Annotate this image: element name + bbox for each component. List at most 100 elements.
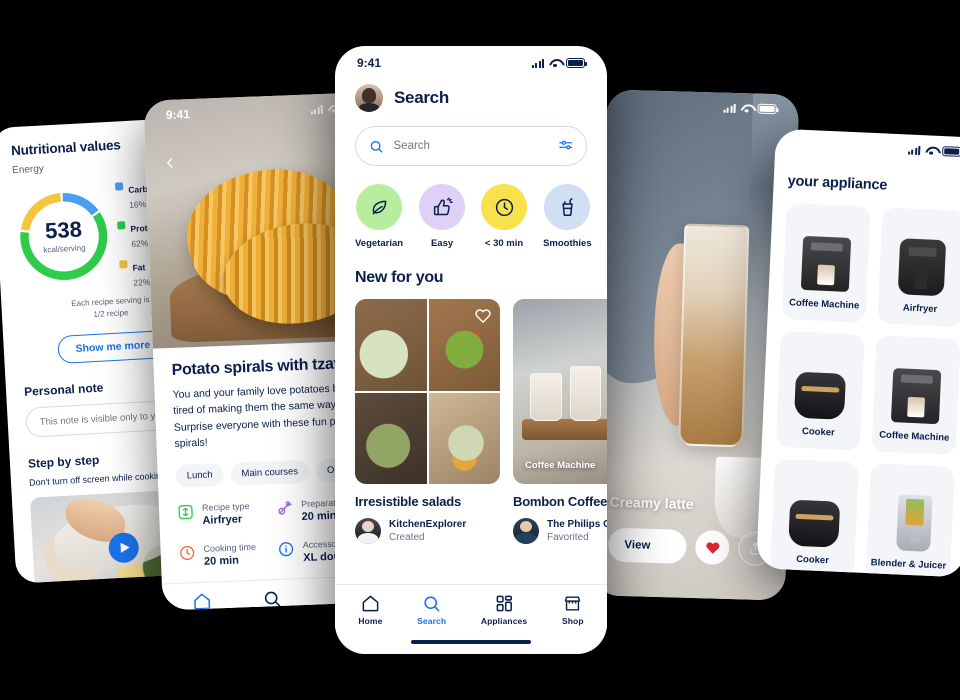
- tab-search[interactable]: Search: [258, 589, 288, 611]
- category-30-min[interactable]: < 30 min: [481, 184, 528, 249]
- info-icon: [278, 540, 296, 563]
- serving-note-line2: 1/2 recipe: [93, 307, 129, 319]
- fact-label: Cooking time: [203, 541, 257, 554]
- heart-filled-icon: [705, 541, 719, 554]
- appliance-grid: Coffee Machine Airfryer Cooker Coffee Machi…: [756, 188, 960, 578]
- recipe-card-salads[interactable]: Irresistible salads KitchenExplorer Crea…: [355, 299, 500, 544]
- recipe-fact: Cooking time 20 min: [178, 541, 268, 568]
- clock-icon: [481, 184, 528, 230]
- cooker-icon: [793, 371, 847, 420]
- category-filter-list: Vegetarian Easy < 30 min Smoothies: [335, 166, 607, 249]
- search-icon: [262, 589, 282, 609]
- search-homebar-area: [335, 630, 607, 654]
- coffee-tray: [521, 419, 607, 440]
- fact-value: 20 min: [203, 554, 240, 568]
- recipe-card-coffee[interactable]: Coffee Machine Bombon Coffee The Philips…: [513, 299, 607, 544]
- category-easy[interactable]: Easy: [419, 184, 466, 249]
- macro-donut-chart: 538 kcal/serving: [13, 186, 114, 287]
- search-statusbar: 9:41: [335, 46, 607, 74]
- search-box[interactable]: [355, 126, 587, 166]
- appliance-name: Coffee Machine: [788, 297, 860, 312]
- latte-glass: [677, 223, 750, 448]
- category-label: Smoothies: [543, 238, 592, 249]
- clock-icon: [178, 544, 196, 567]
- recipe-card-list: Irresistible salads KitchenExplorer Crea…: [335, 287, 607, 544]
- shop-icon: [563, 594, 582, 613]
- tab-search[interactable]: Search: [417, 594, 446, 626]
- tab-label: Appliances: [480, 616, 528, 626]
- home-indicator: [411, 640, 531, 644]
- recipe-status-time: 9:41: [165, 107, 191, 122]
- salad-collage: [355, 299, 500, 484]
- tab-label: Search: [417, 616, 447, 626]
- search-panel: 9:41 Search Vegetarian Easy < 30 min Smooth…: [335, 46, 607, 654]
- search-tabbar[interactable]: Home Search Appliances Shop: [335, 584, 607, 630]
- tab-home[interactable]: Home: [190, 592, 215, 611]
- smoothie-icon: [544, 184, 591, 230]
- legend-label: Fat: [132, 262, 146, 273]
- page-title: Search: [394, 88, 449, 107]
- appliance-card[interactable]: Coffee Machine: [781, 203, 871, 323]
- legend-value: 22%: [133, 276, 151, 288]
- wifi-icon: [549, 59, 561, 68]
- author-meta: Created: [389, 532, 425, 543]
- cellular-icon: [531, 58, 544, 68]
- category-vegetarian[interactable]: Vegetarian: [355, 184, 403, 249]
- battery-icon: [942, 146, 960, 157]
- legend-swatch: [117, 221, 126, 230]
- appliance-name: Cooker: [795, 553, 830, 567]
- home-icon: [361, 594, 380, 613]
- author-name: The Philips Chef: [547, 519, 607, 530]
- battery-icon: [566, 58, 588, 68]
- tab-appliances[interactable]: Appliances: [481, 594, 527, 626]
- card-title: Bombon Coffee: [513, 494, 607, 509]
- legend-text: Fat 22%: [132, 257, 151, 288]
- back-icon[interactable]: [161, 154, 178, 176]
- collage-photo-4: [428, 392, 500, 484]
- recipe-chip[interactable]: Main courses: [230, 459, 310, 486]
- search-input[interactable]: [393, 140, 548, 152]
- appliances-icon: [495, 594, 514, 613]
- prep-icon: [276, 499, 294, 522]
- coffee-status-icons: [723, 103, 777, 115]
- espresso-cup-1: [530, 373, 563, 422]
- play-icon[interactable]: [107, 531, 140, 564]
- search-status-icons: [531, 58, 588, 68]
- blender-icon: [896, 494, 933, 552]
- view-button[interactable]: View: [607, 527, 687, 564]
- card-favorite-icon[interactable]: [475, 308, 491, 329]
- thumbs-up-icon: [419, 184, 466, 230]
- author-name: KitchenExplorer: [389, 519, 467, 530]
- calorie-value: 538: [44, 216, 83, 244]
- appliance-card[interactable]: Blender & Juicer: [865, 463, 955, 578]
- tab-home[interactable]: Home: [358, 594, 382, 626]
- appliance-name: Airfryer: [902, 302, 938, 315]
- legend-swatch: [119, 260, 128, 269]
- author-meta: Favorited: [547, 532, 589, 543]
- collage-photo-3: [355, 392, 427, 484]
- wifi-icon: [925, 146, 937, 156]
- fact-text: Recipe type Airfryer: [202, 501, 250, 527]
- filters-icon[interactable]: [558, 138, 573, 154]
- airfryer-icon: [897, 238, 947, 297]
- recipe-chip[interactable]: Lunch: [175, 463, 225, 488]
- tab-shop[interactable]: Shop: [562, 594, 584, 626]
- author-avatar: [513, 518, 539, 544]
- fact-text: Cooking time 20 min: [203, 542, 256, 568]
- appliance-card[interactable]: Airfryer: [877, 207, 960, 328]
- category-smoothies[interactable]: Smoothies: [543, 184, 592, 249]
- showcase-stage: Nutritional values Energy 538 kcal/servi…: [0, 0, 960, 700]
- appliance-card[interactable]: Cooker: [775, 330, 865, 451]
- coffee-title: Creamy latte: [609, 493, 694, 512]
- avatar[interactable]: [355, 84, 383, 112]
- airfryer-icon: [177, 503, 195, 526]
- coffee-icon: [800, 235, 852, 292]
- legend-swatch: [114, 182, 124, 191]
- card-author: KitchenExplorer Created: [355, 518, 500, 544]
- leaf-icon: [356, 184, 403, 230]
- category-label: Easy: [430, 238, 454, 249]
- appliance-card[interactable]: Cooker: [769, 458, 860, 578]
- like-button[interactable]: [694, 530, 730, 566]
- appliance-card[interactable]: Coffee Machine: [871, 335, 960, 455]
- search-status-time: 9:41: [357, 56, 382, 70]
